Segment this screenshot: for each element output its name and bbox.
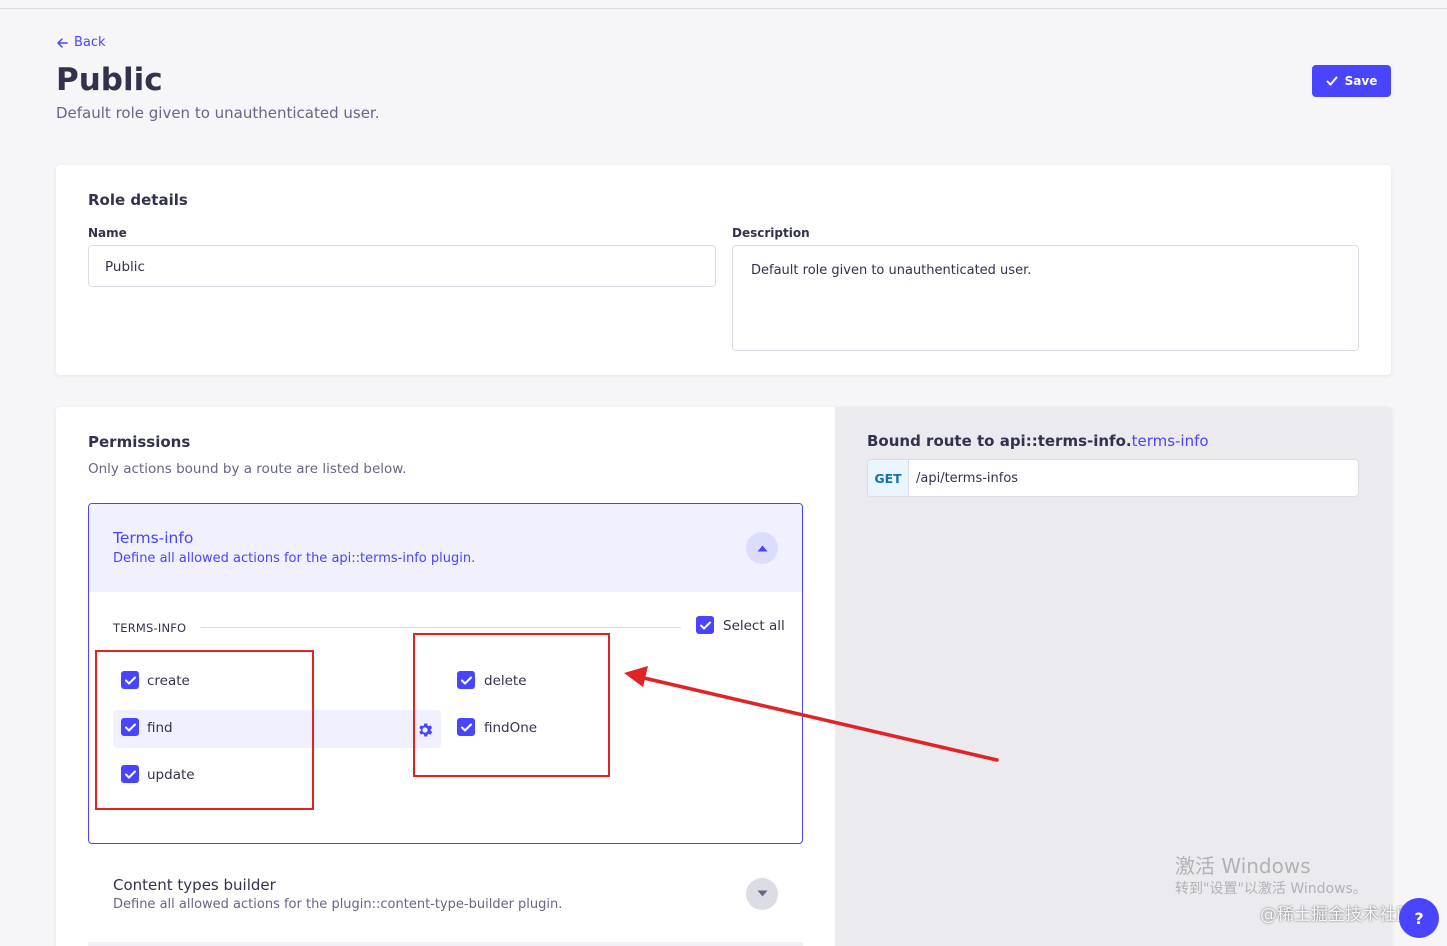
section-divider [201,627,681,628]
expand-button[interactable] [746,878,778,910]
save-button[interactable]: Save [1312,65,1391,97]
windows-watermark-title: 激活 Windows [1175,854,1311,878]
content-types-builder-description: Define all allowed actions for the plugi… [113,897,563,912]
arrow-left-icon [57,37,68,48]
role-details-card: Role details Name Public Description Def… [56,165,1391,375]
page-subtitle: Default role given to unauthenticated us… [56,104,380,122]
back-link[interactable]: Back [56,35,106,50]
name-value: Public [105,259,145,275]
check-icon [1326,76,1338,86]
bound-route-prefix: Bound route to api::terms-info. [867,432,1132,450]
permissions-title: Permissions [88,433,191,451]
bound-route-highlight: terms-info [1131,432,1209,450]
section-label: TERMS-INFO [113,621,187,635]
site-watermark: @稀土掘金技术社区 [1260,905,1413,925]
annotation-box-right [413,633,610,777]
name-field[interactable]: Public [88,245,716,287]
chevron-up-icon [757,545,767,552]
description-label: Description [732,226,810,240]
route-path: /api/terms-infos [916,470,1019,486]
next-accordion-edge [88,942,803,946]
back-label: Back [74,35,106,50]
page-title: Public [56,62,163,98]
description-field[interactable]: Default role given to unauthenticated us… [732,245,1359,351]
collapse-button[interactable] [746,532,778,564]
select-all-label: Select all [723,618,785,634]
route-box: GET /api/terms-infos [867,459,1359,497]
terms-info-title: Terms-info [113,529,194,547]
role-details-title: Role details [88,191,188,209]
http-method-badge: GET [868,460,909,496]
annotation-box-left [95,650,314,810]
bound-route-title: Bound route to api::terms-info.terms-inf… [867,432,1209,450]
permissions-subtitle: Only actions bound by a route are listed… [88,461,407,477]
select-all-checkbox[interactable] [696,616,714,634]
help-button[interactable]: ? [1399,898,1439,938]
terms-info-accordion-header[interactable]: Terms-info Define all allowed actions fo… [89,504,802,592]
name-label: Name [88,226,127,240]
check-icon [699,621,711,629]
save-label: Save [1344,74,1378,88]
windows-watermark-hint: 转到"设置"以激活 Windows。 [1175,881,1367,897]
terms-info-description: Define all allowed actions for the api::… [113,551,476,566]
chevron-down-icon [757,890,767,897]
description-value: Default role given to unauthenticated us… [751,263,1032,278]
content-types-builder-title[interactable]: Content types builder [113,876,276,894]
top-divider [0,8,1447,9]
